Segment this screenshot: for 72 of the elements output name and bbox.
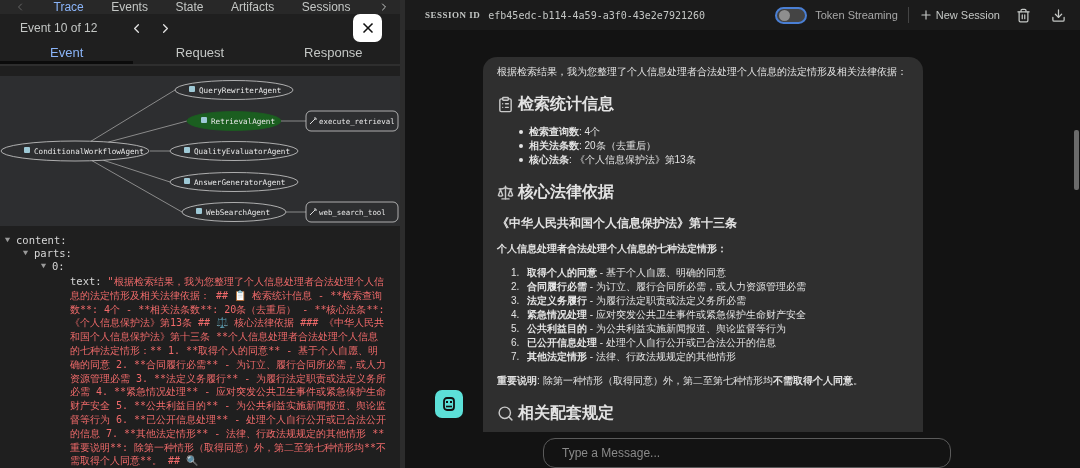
robot-icon [24,147,30,153]
expand-arrow-icon[interactable] [22,249,29,256]
item-number: 1. [511,266,521,280]
list-item: 其他法定情形 - 法律、行政法规规定的其他情形 [527,350,736,364]
panel-tab[interactable]: Sessions [301,0,351,14]
tool-node[interactable] [305,201,399,223]
close-button[interactable] [353,14,382,42]
event-counter: Event 10 of 12 [20,21,98,35]
tree-key: parts: [34,246,72,259]
bullet-dot [519,144,523,148]
detail-tab[interactable]: Response [266,44,400,64]
list-item: 相关法条数: 20条（去重后） [529,139,656,153]
tree-key: content: [16,233,67,246]
panel-tab[interactable]: State [175,0,204,14]
connector-line [280,120,307,122]
trash-icon[interactable] [1016,7,1031,23]
list-item: 紧急情况处理 - 应对突发公共卫生事件或紧急保护生命财产安全 [527,308,806,322]
connector-line [285,211,307,213]
message-text: 根据检索结果，我为您整理了个人信息处理者合法处理个人信息的法定情形及相关法律依据： [497,65,908,79]
toggle-label: Token Streaming [815,9,898,21]
list-item: 法定义务履行 - 为履行法定职责或法定义务所必需 [527,294,746,308]
item-number: 4. [511,308,521,322]
panel-tab[interactable]: Trace [53,0,84,14]
list-item: 公共利益目的 - 为公共利益实施新闻报道、舆论监督等行为 [527,322,786,336]
clipboard-icon [497,95,514,113]
tree-key: 0: [52,259,65,272]
robot-icon [201,117,207,123]
plus-icon [918,8,933,22]
message-input[interactable]: Type a Message... [543,438,951,468]
list-item: 取得个人的同意 - 基于个人自愿、明确的同意 [527,266,726,280]
item-number: 6. [511,336,521,350]
list-item: 合同履行必需 - 为订立、履行合同所必需，或人力资源管理必需 [527,280,806,294]
token-streaming-toggle[interactable] [775,6,808,24]
expand-arrow-icon[interactable] [4,236,11,243]
item-number: 5. [511,322,521,336]
tool-node[interactable] [305,110,399,132]
search-icon [497,404,514,422]
panel-tab[interactable]: Artifacts [230,0,275,14]
section-heading: 相关配套规定 [518,406,614,420]
section-heading: 核心法律依据 [518,185,614,199]
robot-icon [196,208,202,214]
list-item: 核心法条: 《个人信息保护法》第13条 [529,153,696,167]
detail-tab[interactable]: Request [133,44,267,64]
robot-icon [189,86,195,92]
note-text: 重要说明: 除第一种情形（取得同意）外，第二至第七种情形均不需取得个人同意。 [497,374,864,388]
section-heading: 检索统计信息 [518,97,614,111]
list-item: 已公开信息处理 - 处理个人自行公开或已合法公开的信息 [527,336,776,350]
item-number: 3. [511,294,521,308]
connector-line [149,150,171,152]
json-field: text: "根据检索结果，我为您整理了个人信息处理者合法处理个人信息的法定情形及相关法律依据： ## 📋 检索统计信息 - **检索查询数**: 4个 - **相关法条数**: 20条（去重后） - **核心法条**: 《个人信息保护法》第13条 ## ⚖ 核心法律依据 ### 《中华人民共和国个人信息保护法》第十三条 **个人信息处理者合法处理个人信息的七种法定情形：** 1. **取得个人的同意** - 基于个人自愿、明确的同意 2. **合同履行必需** - 为订立、履行合同所必需，或人力资源管理必需 3. **法定义务履行** - 为履行法定职责或法定义务所必需 4. **紧急情况处理** - 应对突发公共卫生事件或紧急保护生命财产安全 5. **公共利益目的** - 为公共利益实施新闻报道、舆论监督等行为 6. **已公开信息处理** - 处理个人自行公开或已合法公开的信息 7. **其他法定情形** - 法律、行政法规规定的其他情形 **重要说明**: 除第一种情形（取得同意）外，第二至第七种情形均**不需取得个人同意**。 ## 🔍 [4,275,388,468]
wrench-icon [309,117,317,125]
scrollbar-thumb[interactable] [1074,130,1079,190]
new-session-button[interactable]: New Session [918,8,1000,22]
item-number: 7. [511,350,521,364]
panel-tab[interactable]: Events [111,0,148,14]
detail-tab[interactable]: Event [0,44,134,64]
robot-icon [184,178,190,184]
wrench-icon [309,208,317,216]
item-number: 2. [511,280,521,294]
lead-text: 个人信息处理者合法处理个人信息的七种法定情形： [497,242,728,256]
scale-icon [497,183,514,201]
agent-node[interactable] [186,111,282,131]
list-item: 检索查询数: 4个 [529,125,601,139]
session-id: efb45edc-b114-4a59-a3f0-43e2e7921260 [488,9,706,21]
bullet-dot [519,130,523,134]
bullet-dot [519,158,523,162]
download-icon[interactable] [1051,7,1066,23]
subheading: 《中华人民共和国个人信息保护法》第十三条 [497,215,738,232]
expand-arrow-icon[interactable] [40,262,47,269]
robot-icon [184,147,190,153]
session-label: SESSION ID [425,10,481,20]
bot-avatar [435,390,463,418]
